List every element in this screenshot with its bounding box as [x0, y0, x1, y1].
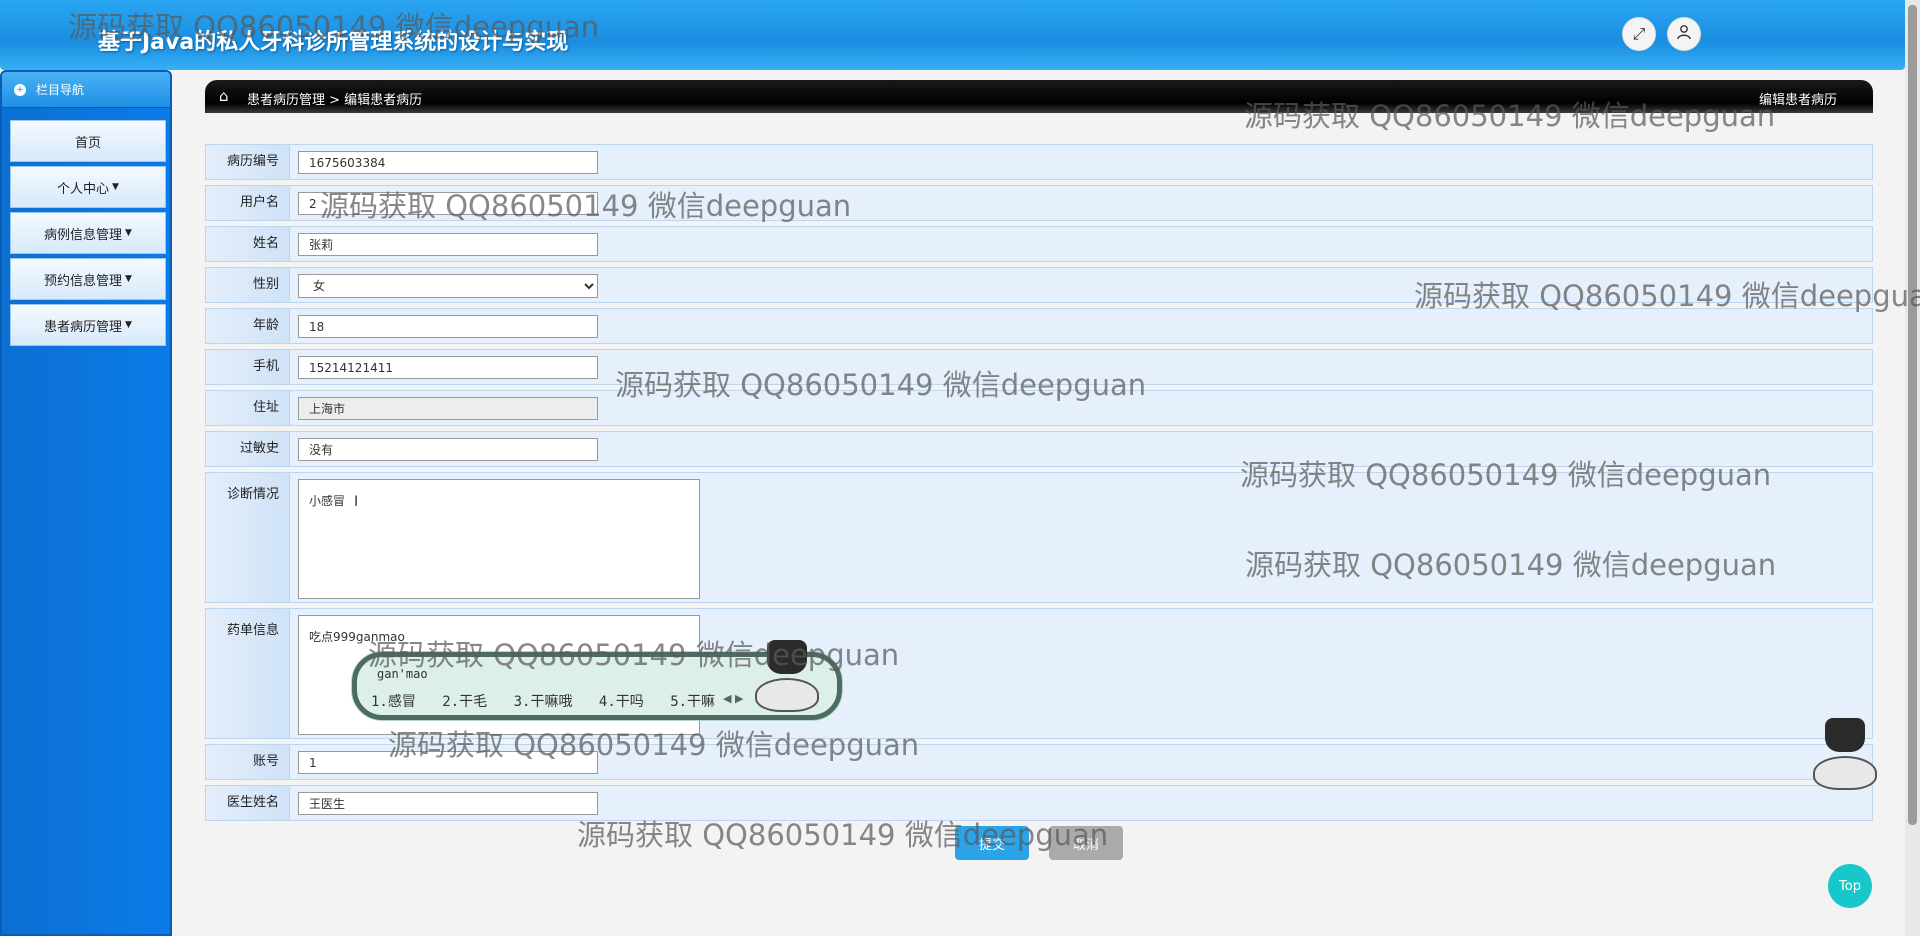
sidebar-item-label: 个人中心 — [57, 181, 110, 197]
scrollbar-thumb[interactable] — [1908, 5, 1917, 825]
name-input[interactable] — [298, 233, 598, 256]
user-icon — [1676, 24, 1692, 44]
fullscreen-button[interactable]: ⤢ — [1622, 17, 1656, 51]
form-row-diagnosis: 诊断情况 小感冒 — [205, 472, 1873, 603]
field-label: 病历编号 — [206, 145, 290, 179]
field-label: 年龄 — [206, 309, 290, 343]
ime-candidate[interactable]: 4.干吗 — [599, 694, 644, 710]
form-row-address: 住址 — [205, 390, 1873, 426]
sidebar: + 栏目导航 首页 个人中心 ▼ 病例信息管理 ▼ 预约信息管理 ▼ 患者病历管理 ▼ — [0, 70, 172, 936]
form-row-age: 年龄 — [205, 308, 1873, 344]
text-cursor-icon: I — [354, 494, 359, 510]
ime-page-arrows-icon[interactable]: ◀ ▶ — [723, 692, 743, 705]
site-title: 基于Java的私人牙科诊所管理系统的设计与实现 — [98, 30, 569, 55]
phone-input[interactable] — [298, 356, 598, 379]
ime-mascot-icon — [742, 640, 832, 712]
field-label: 过敏史 — [206, 432, 290, 466]
diagnosis-textarea[interactable]: 小感冒 — [298, 479, 700, 599]
field-label: 药单信息 — [206, 609, 290, 738]
field-label: 性别 — [206, 268, 290, 302]
ime-candidate[interactable]: 5.干嘛 — [670, 694, 715, 710]
gender-select[interactable]: 女 — [298, 274, 598, 298]
floating-mascot-icon[interactable] — [1800, 718, 1890, 790]
field-label: 姓名 — [206, 227, 290, 261]
top-header: 基于Java的私人牙科诊所管理系统的设计与实现 ⤢ — [0, 0, 1905, 70]
sidebar-item-appointment[interactable]: 预约信息管理 ▼ — [10, 258, 166, 300]
form-row-name: 姓名 — [205, 226, 1873, 262]
caret-down-icon: ▼ — [112, 182, 119, 192]
age-input[interactable] — [298, 315, 598, 338]
form-row-doctor-name: 医生姓名 — [205, 785, 1873, 821]
caret-down-icon: ▼ — [125, 274, 132, 284]
submit-button[interactable]: 提交 — [955, 826, 1029, 860]
home-icon[interactable]: ⌂ — [219, 87, 229, 105]
form-row-gender: 性别 女 — [205, 267, 1873, 303]
form-row-username: 用户名 — [205, 185, 1873, 221]
back-to-top-button[interactable]: Top — [1828, 864, 1872, 908]
sidebar-item-personal-center[interactable]: 个人中心 ▼ — [10, 166, 166, 208]
field-label: 手机 — [206, 350, 290, 384]
ime-candidates: 1.感冒 2.干毛 3.干嘛哦 4.干吗 5.干嘛 — [371, 691, 733, 711]
ime-candidate[interactable]: 1.感冒 — [371, 694, 416, 710]
sidebar-heading-label: 栏目导航 — [36, 83, 85, 97]
nav-icon: + — [14, 83, 26, 96]
address-input[interactable] — [298, 397, 598, 420]
ime-pinyin: gan'mao — [377, 667, 428, 681]
field-label: 住址 — [206, 391, 290, 425]
user-button[interactable] — [1667, 17, 1701, 51]
sidebar-item-label: 首页 — [74, 135, 101, 151]
breadcrumb-path: 患者病历管理 > 编辑患者病历 — [247, 93, 423, 108]
sidebar-item-label: 预约信息管理 — [44, 273, 123, 289]
caret-down-icon: ▼ — [125, 228, 132, 238]
form-row-phone: 手机 — [205, 349, 1873, 385]
form-row-allergy: 过敏史 — [205, 431, 1873, 467]
sidebar-item-label: 患者病历管理 — [44, 319, 123, 335]
account-input[interactable] — [298, 751, 598, 774]
sidebar-item-case-info[interactable]: 病例信息管理 ▼ — [10, 212, 166, 254]
form-row-record-no: 病历编号 — [205, 144, 1873, 180]
page-scrollbar[interactable] — [1905, 0, 1920, 936]
doctor-name-input[interactable] — [298, 792, 598, 815]
sidebar-item-label: 病例信息管理 — [44, 227, 123, 243]
sidebar-item-patient-records[interactable]: 患者病历管理 ▼ — [10, 304, 166, 346]
field-label: 医生姓名 — [206, 786, 290, 820]
sidebar-item-home[interactable]: 首页 — [10, 120, 166, 162]
page-title: 编辑患者病历 — [1758, 93, 1837, 108]
form-row-account: 账号 — [205, 744, 1873, 780]
sidebar-heading: + 栏目导航 — [2, 72, 170, 108]
username-input[interactable] — [298, 192, 598, 215]
field-label: 用户名 — [206, 186, 290, 220]
ime-candidate[interactable]: 3.干嘛哦 — [514, 694, 573, 710]
record-no-input[interactable] — [298, 151, 598, 174]
ime-candidate[interactable]: 2.干毛 — [442, 694, 487, 710]
field-label: 诊断情况 — [206, 473, 290, 602]
expand-icon: ⤢ — [1632, 24, 1646, 43]
allergy-input[interactable] — [298, 438, 598, 461]
field-label: 账号 — [206, 745, 290, 779]
breadcrumb: ⌂ 患者病历管理 > 编辑患者病历 编辑患者病历 — [205, 80, 1873, 113]
caret-down-icon: ▼ — [125, 320, 132, 330]
cancel-button[interactable]: 取消 — [1049, 826, 1123, 860]
